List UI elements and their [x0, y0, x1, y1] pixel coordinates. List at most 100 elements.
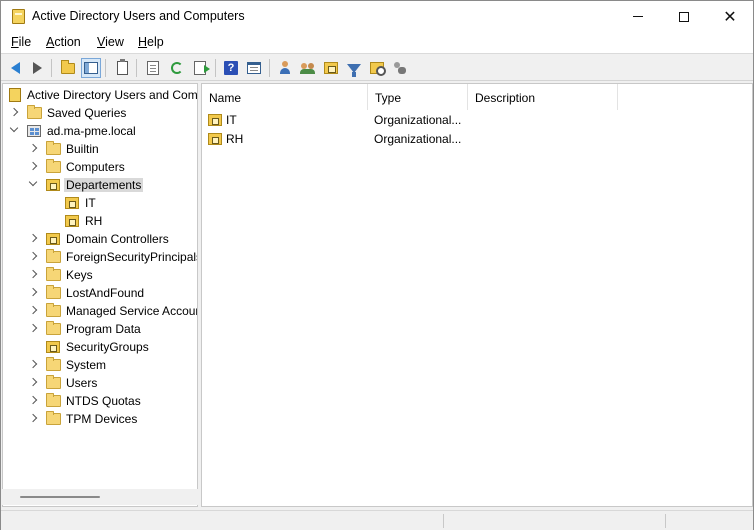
- tree-horizontal-scrollbar[interactable]: [2, 489, 198, 505]
- help-button[interactable]: ?: [221, 58, 241, 78]
- folder-icon: [27, 105, 42, 119]
- folder-icon: [46, 141, 61, 155]
- refresh-button[interactable]: [167, 58, 187, 78]
- folder-icon: [46, 267, 61, 281]
- tree-item-domain[interactable]: ad.ma-pme.local: [3, 122, 197, 140]
- delegate-control-button[interactable]: [390, 58, 410, 78]
- folder-icon: [46, 303, 61, 317]
- tree-item-label: SecurityGroups: [66, 340, 149, 354]
- tree-item-label: Users: [66, 376, 98, 390]
- status-bar: [1, 510, 753, 530]
- chevron-right-icon[interactable]: [28, 287, 38, 297]
- new-ou-icon: [324, 62, 338, 74]
- chevron-right-icon[interactable]: [28, 161, 38, 171]
- show-hide-action-pane-icon: [247, 62, 261, 74]
- new-ou-button[interactable]: [321, 58, 341, 78]
- cell-name: IT: [226, 113, 237, 127]
- tree-item-system[interactable]: System: [3, 356, 197, 374]
- maximize-icon: [679, 11, 689, 22]
- cell-type: Organizational...: [374, 132, 462, 146]
- tree-item-label: Managed Service Accour: [66, 304, 198, 318]
- list-item[interactable]: RH Organizational...: [202, 130, 752, 148]
- tree-item-label: Computers: [66, 160, 125, 174]
- cell-name: RH: [226, 132, 244, 146]
- show-hide-console-tree-icon: [84, 62, 98, 74]
- tree-item-securitygroups[interactable]: SecurityGroups: [3, 338, 197, 356]
- close-button[interactable]: ✕: [707, 1, 753, 32]
- filter-button[interactable]: [344, 58, 364, 78]
- tree-item-label: LostAndFound: [66, 286, 145, 300]
- chevron-right-icon[interactable]: [28, 233, 38, 243]
- menu-bar: File Action View Help: [1, 32, 753, 54]
- console-tree[interactable]: Active Directory Users and Com Saved Que…: [2, 83, 198, 507]
- tree-item-departements[interactable]: Departements: [3, 176, 197, 194]
- chevron-right-icon[interactable]: [28, 395, 38, 405]
- tree-item-label: NTDS Quotas: [66, 394, 141, 408]
- organizational-unit-icon: [208, 133, 222, 145]
- new-user-button[interactable]: [275, 58, 295, 78]
- tree-item-domain-controllers[interactable]: Domain Controllers: [3, 230, 197, 248]
- tree-item-keys[interactable]: Keys: [3, 266, 197, 284]
- tree-item-users[interactable]: Users: [3, 374, 197, 392]
- tree-item-managed-service-accour[interactable]: Managed Service Accour: [3, 302, 198, 320]
- find-button[interactable]: [367, 58, 387, 78]
- tree-item-lostandfound[interactable]: LostAndFound: [3, 284, 197, 302]
- tree-item-label: Active Directory Users and Com: [27, 88, 198, 102]
- title-bar: Active Directory Users and Computers ✕: [1, 1, 753, 32]
- show-hide-console-tree-button[interactable]: [81, 58, 101, 78]
- menu-action[interactable]: Action: [46, 35, 81, 49]
- tree-item-label: Program Data: [66, 322, 141, 336]
- chevron-right-icon[interactable]: [28, 305, 38, 315]
- tree-item-tpm-devices[interactable]: TPM Devices: [3, 410, 197, 428]
- back-arrow-icon: [10, 62, 20, 74]
- details-pane[interactable]: Name Type Description IT Organizational..…: [201, 83, 753, 507]
- tree-item-rh[interactable]: RH: [3, 212, 197, 230]
- tree-item-label: Saved Queries: [47, 106, 127, 120]
- tree-item-builtin[interactable]: Builtin: [3, 140, 197, 158]
- clipboard-button[interactable]: [112, 58, 132, 78]
- scrollbar-thumb[interactable]: [20, 496, 100, 498]
- find-icon: [370, 62, 386, 76]
- chevron-right-icon[interactable]: [28, 359, 38, 369]
- new-group-button[interactable]: [298, 58, 318, 78]
- chevron-right-icon[interactable]: [28, 251, 38, 261]
- minimize-button[interactable]: [615, 1, 661, 32]
- tree-item-label: ad.ma-pme.local: [47, 124, 136, 138]
- new-user-icon: [278, 61, 292, 75]
- menu-help[interactable]: Help: [138, 35, 164, 49]
- up-one-level-button[interactable]: [58, 58, 78, 78]
- tree-item-label: Keys: [66, 268, 93, 282]
- minimize-icon: [633, 16, 643, 17]
- chevron-right-icon[interactable]: [9, 107, 19, 117]
- tree-item-it[interactable]: IT: [3, 194, 197, 212]
- chevron-right-icon[interactable]: [28, 269, 38, 279]
- list-item[interactable]: IT Organizational...: [202, 111, 752, 129]
- export-list-icon: [194, 61, 210, 75]
- column-header-type[interactable]: Type: [368, 84, 468, 110]
- tree-item-computers[interactable]: Computers: [3, 158, 197, 176]
- menu-view[interactable]: View: [97, 35, 124, 49]
- folder-icon: [46, 159, 61, 173]
- chevron-right-icon[interactable]: [28, 377, 38, 387]
- back-button[interactable]: [5, 58, 25, 78]
- maximize-button[interactable]: [661, 1, 707, 32]
- column-header-description[interactable]: Description: [468, 84, 618, 110]
- show-hide-action-pane-button[interactable]: [244, 58, 264, 78]
- chevron-right-icon[interactable]: [28, 143, 38, 153]
- tree-item-label: Domain Controllers: [66, 232, 169, 246]
- folder-icon: [46, 321, 61, 335]
- export-list-button[interactable]: [190, 58, 210, 78]
- tree-item-program-data[interactable]: Program Data: [3, 320, 197, 338]
- chevron-down-icon[interactable]: [9, 123, 19, 133]
- chevron-down-icon[interactable]: [28, 177, 38, 187]
- menu-file[interactable]: File: [11, 35, 31, 49]
- forward-button[interactable]: [27, 58, 47, 78]
- properties-button[interactable]: [143, 58, 163, 78]
- chevron-right-icon[interactable]: [28, 413, 38, 423]
- tree-item-saved-queries[interactable]: Saved Queries: [3, 104, 197, 122]
- tree-item-root[interactable]: Active Directory Users and Com: [3, 86, 198, 104]
- tree-item-foreignsecurityprincipals[interactable]: ForeignSecurityPrincipals: [3, 248, 197, 266]
- chevron-right-icon[interactable]: [28, 323, 38, 333]
- column-header-name[interactable]: Name: [202, 84, 368, 110]
- tree-item-ntds-quotas[interactable]: NTDS Quotas: [3, 392, 197, 410]
